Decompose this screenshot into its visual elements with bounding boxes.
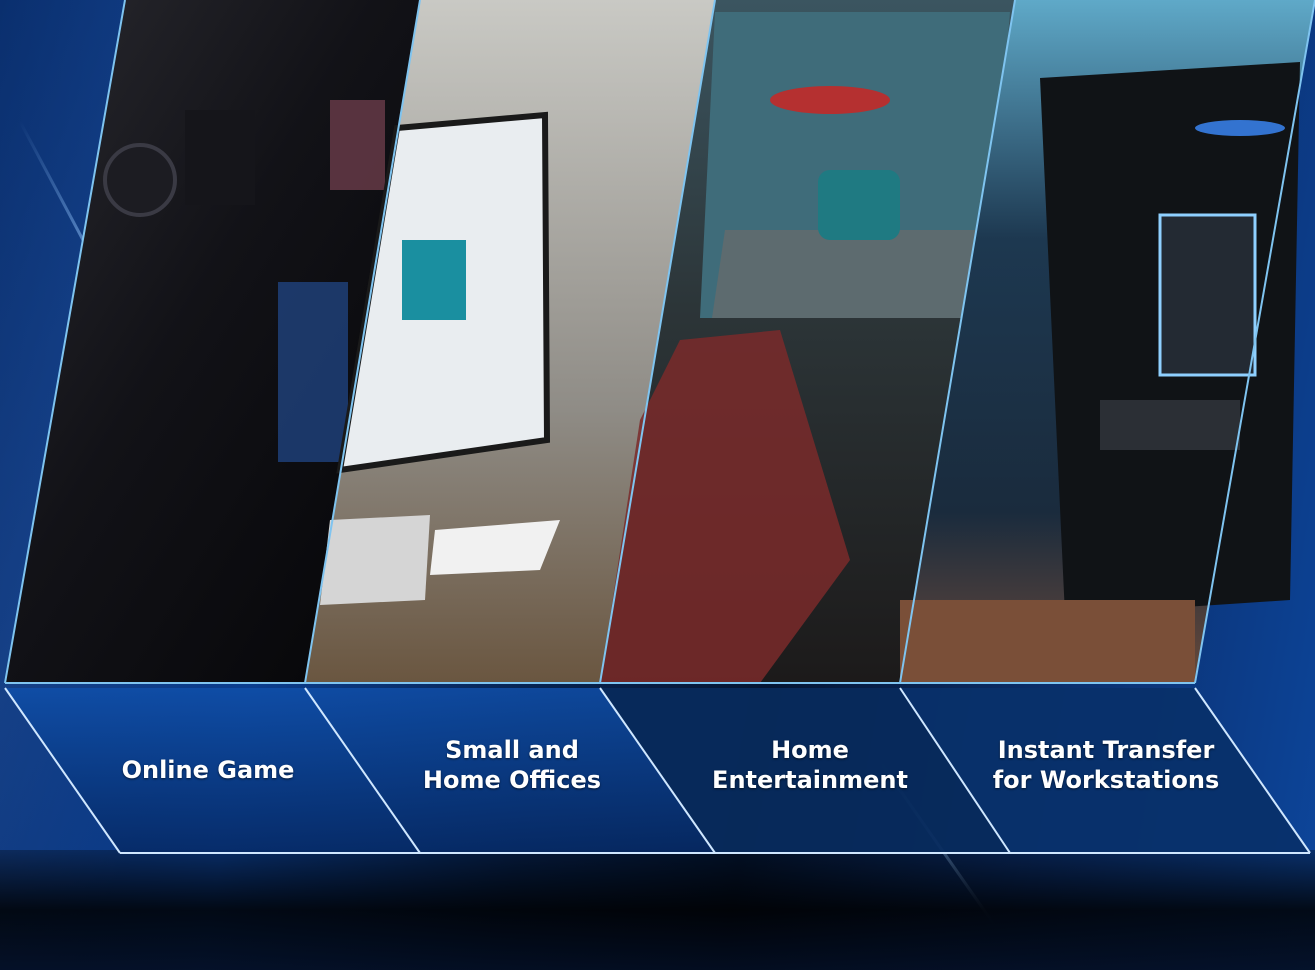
label-line: for Workstations bbox=[992, 766, 1220, 794]
label-line: Home Offices bbox=[422, 766, 602, 794]
label-home-entertainment: Home Entertainment bbox=[660, 735, 960, 795]
label-line: Online Game bbox=[121, 756, 295, 784]
panel-strip bbox=[4, 0, 1315, 854]
monitor-shape bbox=[278, 282, 348, 462]
banner: Online Game Small and Home Offices Home … bbox=[0, 0, 1315, 970]
headset-icon bbox=[103, 143, 177, 217]
label-online-game: Online Game bbox=[58, 755, 358, 785]
label-line: Instant Transfer bbox=[997, 736, 1215, 764]
label-instant-transfer-workstations: Instant Transfer for Workstations bbox=[956, 735, 1256, 795]
label-small-home-offices: Small and Home Offices bbox=[362, 735, 662, 795]
label-line: Entertainment bbox=[712, 766, 908, 794]
label-line: Small and bbox=[445, 736, 579, 764]
label-line: Home bbox=[771, 736, 849, 764]
